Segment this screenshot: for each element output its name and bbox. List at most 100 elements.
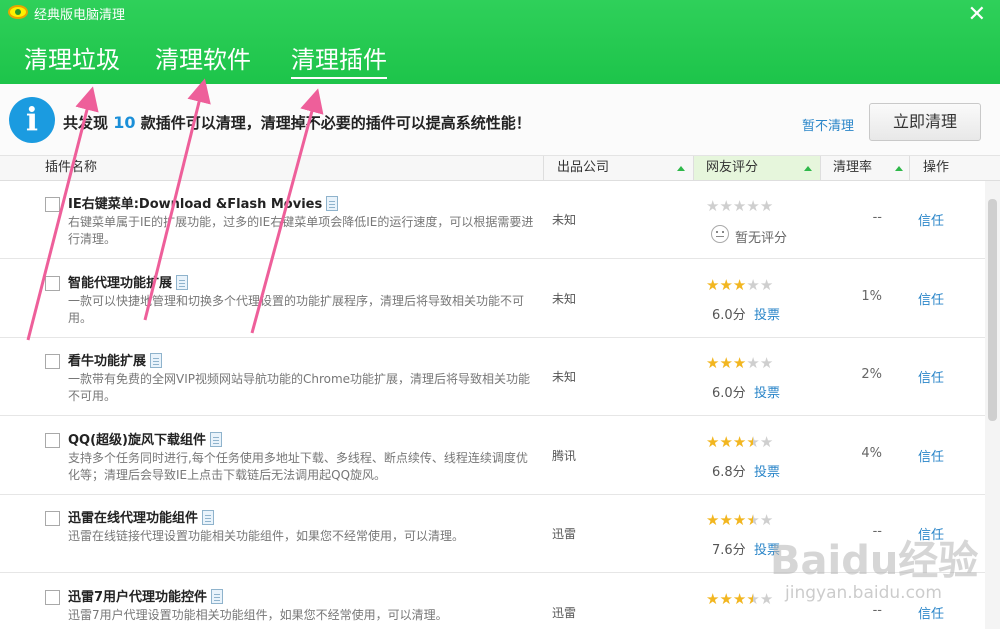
column-rating[interactable]: 网友评分 xyxy=(693,156,820,180)
row-checkbox[interactable] xyxy=(45,433,60,448)
plugin-description: 迅雷在线链接代理设置功能相关功能组件，如果您不经常使用，可以清理。 xyxy=(68,529,465,543)
tab-clean-junk[interactable]: 清理垃圾 xyxy=(24,40,120,75)
star-icon: ★ xyxy=(746,354,760,372)
star-icon: ★ xyxy=(706,433,720,451)
tab-clean-plugins[interactable]: 清理插件 xyxy=(291,40,387,79)
plugin-name: QQ(超级)旋风下载组件 xyxy=(68,429,222,448)
star-rating: ★★★★★ xyxy=(706,199,773,214)
star-icon: ★ xyxy=(706,511,720,529)
plugin-name: 迅雷7用户代理功能控件 xyxy=(68,586,224,605)
star-icon: ★ xyxy=(732,197,747,215)
star-icon: ★ xyxy=(759,590,774,608)
star-icon: ★ xyxy=(759,354,774,372)
rating-score: 7.6分 xyxy=(712,543,746,558)
trust-link[interactable]: 信任 xyxy=(918,289,944,308)
star-icon: ★ xyxy=(719,590,733,608)
star-icon: ★ xyxy=(719,354,733,372)
plugin-name: 迅雷在线代理功能组件 xyxy=(68,507,215,526)
column-company[interactable]: 出品公司 xyxy=(543,156,693,180)
star-icon: ★ xyxy=(706,276,720,294)
star-rating: ★★★★★ xyxy=(706,513,773,528)
column-action: 操作 xyxy=(909,156,1000,180)
sort-asc-icon xyxy=(895,166,903,171)
plugin-count: 10 xyxy=(113,113,136,132)
row-checkbox[interactable] xyxy=(45,354,60,369)
neutral-face-icon xyxy=(711,225,729,243)
company-name: 未知 xyxy=(552,370,577,384)
star-icon: ★ xyxy=(759,433,774,451)
star-icon: ★ xyxy=(746,433,760,451)
vote-link[interactable]: 投票 xyxy=(754,382,780,401)
star-icon: ★ xyxy=(732,276,747,294)
info-bar: i 共发现 10 款插件可以清理，清理掉不必要的插件可以提高系统性能！ 暂不清理… xyxy=(0,84,1000,156)
trust-link[interactable]: 信任 xyxy=(918,603,944,622)
clean-rate: 1% xyxy=(861,289,882,304)
document-icon[interactable] xyxy=(211,589,224,604)
title-bar: 经典版电脑清理 ✕ 清理垃圾 清理软件 清理插件 xyxy=(0,0,1000,84)
star-icon: ★ xyxy=(746,197,760,215)
table-row: 看牛功能扩展 一款带有免费的全网VIP视频网站导航功能的Chrome功能扩展，清… xyxy=(0,338,985,416)
sort-asc-icon xyxy=(677,166,685,171)
skip-clean-link[interactable]: 暂不清理 xyxy=(802,115,854,134)
document-icon[interactable] xyxy=(210,432,222,447)
scrollbar[interactable] xyxy=(985,181,1000,629)
company-name: 未知 xyxy=(552,292,577,306)
star-icon: ★ xyxy=(706,197,720,215)
star-icon: ★ xyxy=(746,276,760,294)
rating-score: 6.0分 xyxy=(712,386,746,401)
scrollbar-thumb[interactable] xyxy=(988,199,997,421)
table-row: 智能代理功能扩展 一款可以快捷地管理和切换多个代理设置的功能扩展程序，清理后将导… xyxy=(0,260,985,338)
window-title: 经典版电脑清理 xyxy=(34,8,126,23)
star-icon: ★ xyxy=(706,354,720,372)
trust-link[interactable]: 信任 xyxy=(918,446,944,465)
close-icon[interactable]: ✕ xyxy=(968,4,986,26)
plugin-name: 智能代理功能扩展 xyxy=(68,272,189,291)
document-icon[interactable] xyxy=(326,196,339,211)
trust-link[interactable]: 信任 xyxy=(918,367,944,386)
document-icon[interactable] xyxy=(202,510,215,525)
vote-link[interactable]: 投票 xyxy=(754,304,780,323)
row-checkbox[interactable] xyxy=(45,511,60,526)
vote-link[interactable]: 投票 xyxy=(754,461,780,480)
star-icon: ★ xyxy=(732,433,747,451)
document-icon[interactable] xyxy=(176,275,189,290)
company-name: 未知 xyxy=(552,213,577,227)
sort-asc-icon xyxy=(804,166,812,171)
column-clean-rate[interactable]: 清理率 xyxy=(820,156,909,180)
column-plugin-name[interactable]: 插件名称 xyxy=(45,156,542,180)
document-icon[interactable] xyxy=(150,353,163,368)
table-row: QQ(超级)旋风下载组件 支持多个任务同时进行,每个任务使用多地址下载、多线程、… xyxy=(0,417,985,495)
star-icon: ★ xyxy=(719,197,733,215)
info-icon: i xyxy=(9,97,55,143)
tab-clean-software[interactable]: 清理软件 xyxy=(155,40,251,75)
clean-rate: 4% xyxy=(861,446,882,461)
plugin-description: 支持多个任务同时进行,每个任务使用多地址下载、多线程、断点续传、线程连续调度优化… xyxy=(68,451,528,482)
company-name: 腾讯 xyxy=(552,449,577,463)
rating-score: 6.8分 xyxy=(712,465,746,480)
row-checkbox[interactable] xyxy=(45,276,60,291)
row-checkbox[interactable] xyxy=(45,197,60,212)
watermark-logo: Baidu经验 xyxy=(770,538,979,584)
plugin-description: 迅雷7用户代理设置功能相关功能组件，如果您不经常使用，可以清理。 xyxy=(68,608,448,622)
star-icon: ★ xyxy=(759,511,774,529)
star-icon: ★ xyxy=(732,354,747,372)
star-rating: ★★★★★ xyxy=(706,278,773,293)
company-name: 迅雷 xyxy=(552,527,577,541)
plugin-description: 一款可以快捷地管理和切换多个代理设置的功能扩展程序，清理后将导致相关功能不可用。 xyxy=(68,294,525,325)
star-rating: ★★★★★ xyxy=(706,435,773,450)
table-header: 插件名称 出品公司 网友评分 清理率 操作 xyxy=(0,156,1000,181)
star-icon: ★ xyxy=(732,590,747,608)
clean-now-button[interactable]: 立即清理 xyxy=(869,103,981,141)
row-checkbox[interactable] xyxy=(45,590,60,605)
company-name: 迅雷 xyxy=(552,606,577,620)
trust-link[interactable]: 信任 xyxy=(918,210,944,229)
clean-rate: -- xyxy=(872,210,882,225)
watermark-url: jingyan.baidu.com xyxy=(785,583,942,603)
rating-score: 6.0分 xyxy=(712,308,746,323)
plugin-description: 一款带有免费的全网VIP视频网站导航功能的Chrome功能扩展，清理后将导致相关… xyxy=(68,372,531,403)
star-icon: ★ xyxy=(719,511,733,529)
summary-text: 共发现 10 款插件可以清理，清理掉不必要的插件可以提高系统性能！ xyxy=(63,113,531,132)
star-rating: ★★★★★ xyxy=(706,356,773,371)
clean-rate: -- xyxy=(872,603,882,618)
plugin-name: IE右键菜单:Download &Flash Movies xyxy=(68,193,339,212)
